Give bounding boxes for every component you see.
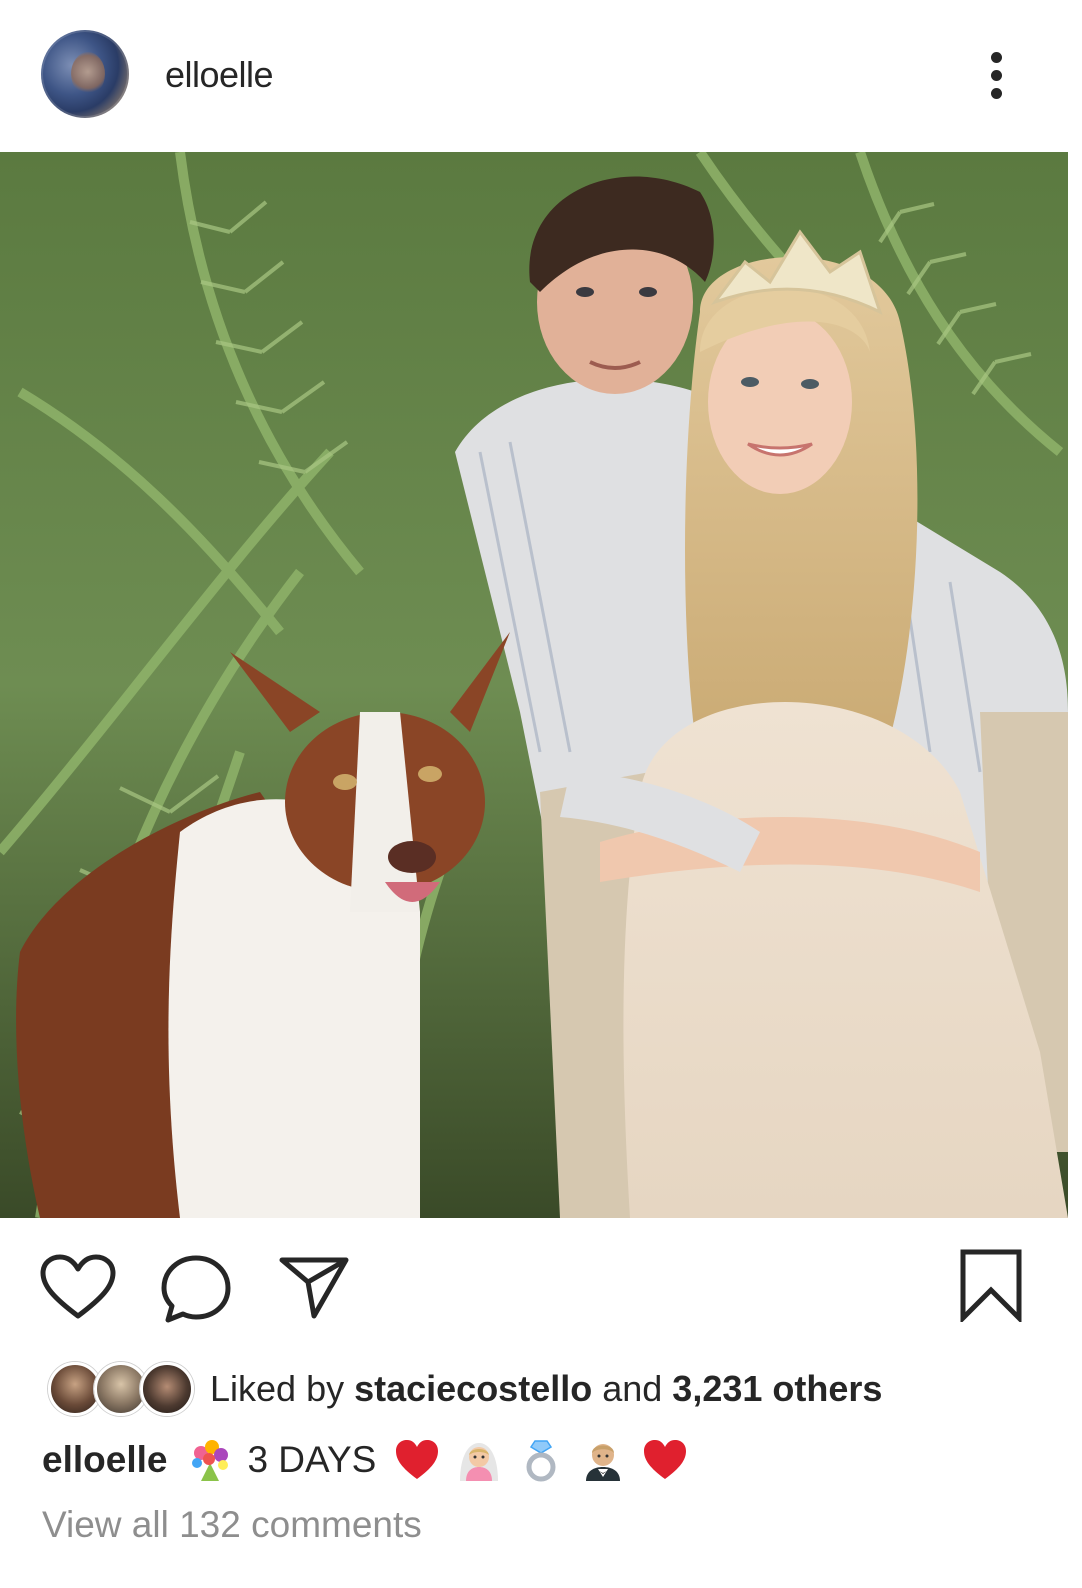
action-bar xyxy=(0,1240,1082,1330)
photo-illustration xyxy=(0,152,1068,1218)
likes-row: Liked by staciecostello and 3,231 others xyxy=(44,1358,1044,1418)
post-photo[interactable] xyxy=(0,152,1068,1218)
heart-icon xyxy=(394,1437,440,1483)
post-username[interactable]: elloelle xyxy=(165,54,274,96)
likes-summary[interactable]: Liked by staciecostello and 3,231 others xyxy=(210,1368,882,1410)
comment-bubble-icon[interactable] xyxy=(160,1254,232,1324)
groom-icon xyxy=(580,1437,626,1483)
bookmark-icon[interactable] xyxy=(958,1248,1024,1325)
likes-middle: and xyxy=(592,1368,673,1409)
bride-icon xyxy=(456,1437,502,1483)
liker-avatar[interactable] xyxy=(140,1362,194,1416)
caption: elloelle 3 DAYS xyxy=(42,1434,696,1486)
avatar[interactable] xyxy=(41,30,129,118)
caption-text: 3 DAYS xyxy=(247,1439,377,1480)
likes-prefix: Liked by xyxy=(210,1368,355,1409)
likes-others-count[interactable]: 3,231 others xyxy=(672,1368,882,1409)
bouquet-icon xyxy=(187,1437,233,1483)
like-heart-icon[interactable] xyxy=(40,1254,116,1320)
heart-icon xyxy=(642,1437,688,1483)
view-all-comments-link[interactable]: View all 132 comments xyxy=(42,1504,422,1546)
caption-username[interactable]: elloelle xyxy=(42,1439,167,1481)
more-options-icon[interactable] xyxy=(980,52,1014,100)
ring-icon xyxy=(518,1437,564,1483)
share-send-icon[interactable] xyxy=(278,1254,350,1320)
liker-username[interactable]: staciecostello xyxy=(354,1368,592,1409)
post-header: elloelle xyxy=(0,0,1082,152)
